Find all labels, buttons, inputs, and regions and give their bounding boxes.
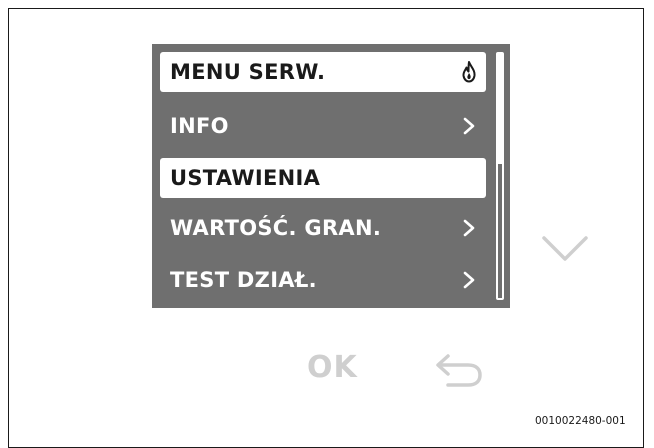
scrollbar-thumb[interactable] [498, 54, 502, 164]
menu-item-limit-values[interactable]: WARTOŚĆ. GRAN. [160, 208, 486, 248]
menu-item-service-menu[interactable]: MENU SERW. [160, 52, 486, 92]
menu-item-info[interactable]: INFO [160, 106, 486, 146]
menu-item-label: TEST DZIAŁ. [170, 268, 317, 292]
back-button[interactable] [434, 352, 484, 388]
display-screen: MENU SERW. INFO USTAWIENIA WARTOŚĆ. GRAN… [152, 44, 510, 308]
chevron-right-icon [458, 219, 480, 237]
chevron-down-icon [542, 236, 588, 261]
menu-item-label: INFO [170, 114, 229, 138]
menu-scrollbar[interactable] [496, 52, 504, 300]
ok-button[interactable]: OK [307, 350, 358, 385]
chevron-right-icon [458, 271, 480, 289]
chevron-right-icon [458, 117, 480, 135]
back-arrow-icon [436, 354, 482, 387]
flame-icon [458, 61, 480, 83]
menu-item-function-test[interactable]: TEST DZIAŁ. [160, 260, 486, 300]
down-button[interactable] [540, 232, 590, 268]
menu-item-label: WARTOŚĆ. GRAN. [170, 216, 382, 240]
document-code: 0010022480-001 [535, 415, 626, 427]
menu-item-label: USTAWIENIA [170, 166, 321, 190]
menu-item-label: MENU SERW. [170, 60, 326, 84]
menu-item-settings[interactable]: USTAWIENIA [160, 158, 486, 198]
